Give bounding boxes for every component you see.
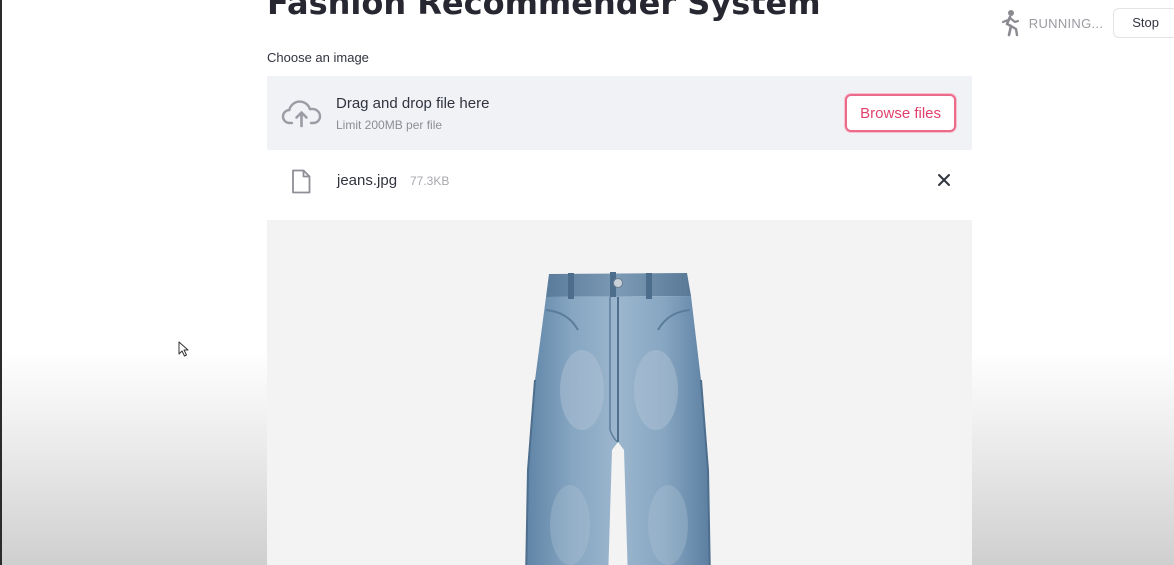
jeans-image: [525, 272, 711, 565]
uploaded-file-size: 77.3KB: [410, 174, 450, 188]
status-widget: RUNNING... Stop: [999, 8, 1174, 38]
image-preview: [267, 220, 972, 565]
file-dropzone[interactable]: Drag and drop file here Limit 200MB per …: [267, 76, 972, 150]
file-size-limit: Limit 200MB per file: [336, 118, 443, 132]
uploaded-file-row: jeans.jpg 77.3KB: [267, 160, 972, 202]
dropzone-text: Drag and drop file here Limit 200MB per …: [336, 95, 489, 132]
browse-files-button[interactable]: Browse files: [845, 94, 956, 132]
drop-instruction: Drag and drop file here: [336, 95, 490, 112]
uploader-label: Choose an image: [267, 50, 369, 65]
running-status-text: RUNNING...: [1028, 15, 1104, 31]
close-icon: [938, 174, 950, 186]
window-edge: [0, 0, 2, 565]
running-man-icon: [1001, 10, 1019, 37]
uploaded-file-name: jeans.jpg: [337, 172, 398, 189]
app-viewport: RUNNING... Stop Fashion Recommender Syst…: [0, 0, 1174, 565]
remove-file-button[interactable]: [934, 170, 954, 190]
mouse-cursor-icon: [178, 341, 189, 357]
file-icon: [292, 169, 311, 194]
page-title: Fashion Recommender System: [267, 0, 821, 22]
stop-button[interactable]: Stop: [1113, 8, 1174, 38]
cloud-upload-icon: [281, 100, 322, 128]
